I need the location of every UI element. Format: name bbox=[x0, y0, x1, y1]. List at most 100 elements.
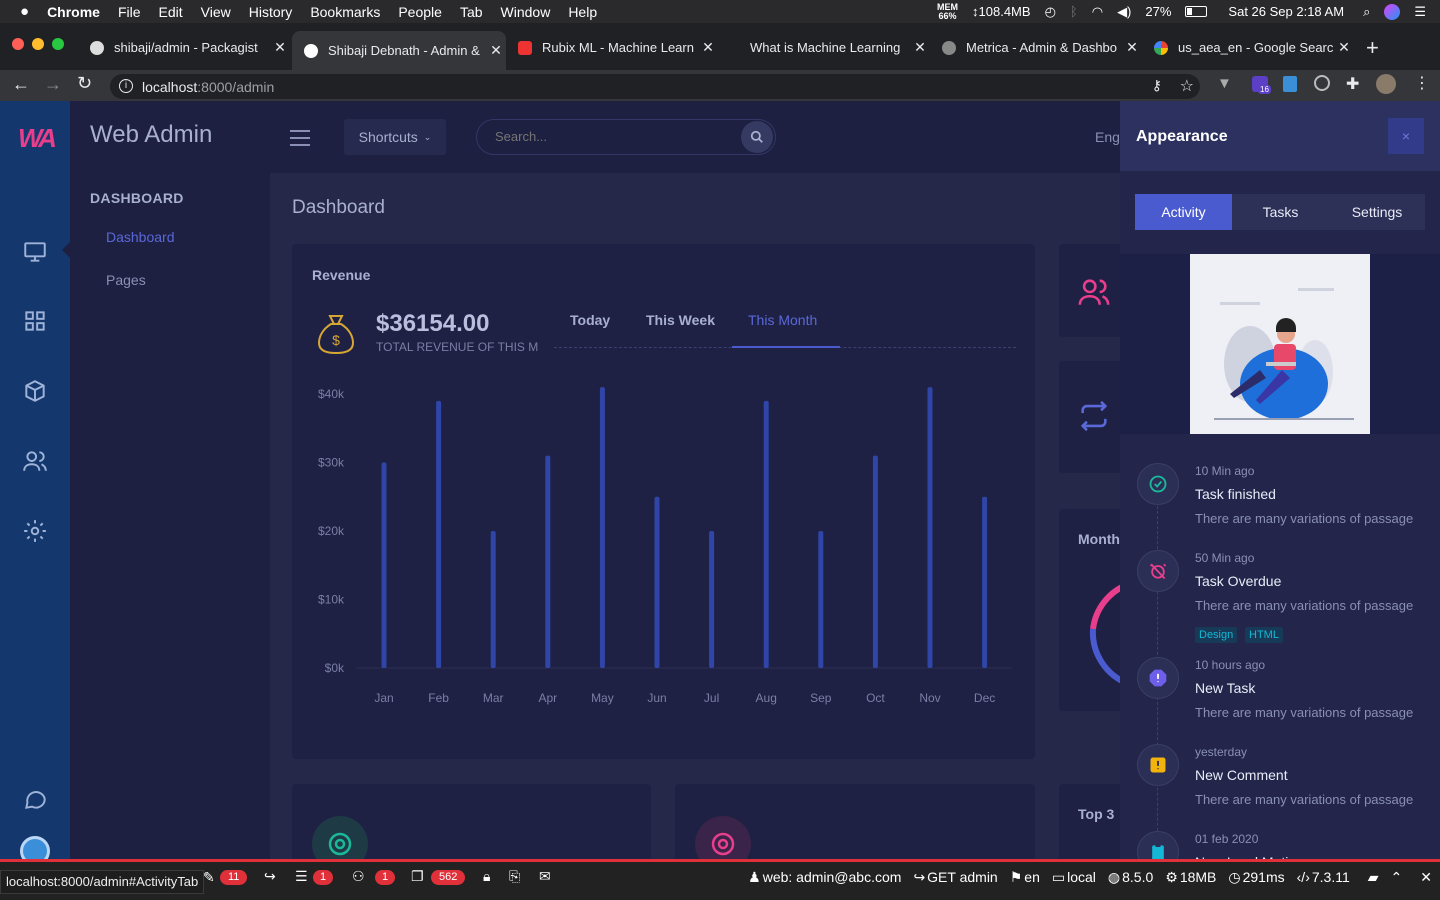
tab-google-search[interactable]: us_aea_en - Google Searc ✕ bbox=[1142, 33, 1354, 62]
vue-devtools-icon[interactable]: ▼ bbox=[1217, 75, 1232, 92]
back-arrow-icon[interactable]: ← bbox=[12, 74, 30, 95]
bar-jan[interactable] bbox=[381, 462, 387, 669]
profile-avatar[interactable] bbox=[1376, 74, 1396, 94]
reload-icon[interactable]: ↻ bbox=[77, 73, 92, 94]
folder-open-icon[interactable]: ▰ bbox=[1368, 869, 1379, 886]
address-bar[interactable]: i localhost:8000/admin ⚷ ☆ bbox=[110, 74, 1200, 99]
menu-view[interactable]: View bbox=[201, 4, 231, 20]
request-time[interactable]: 291ms bbox=[1243, 869, 1285, 886]
spotlight-icon[interactable]: ⌕ bbox=[1363, 4, 1370, 20]
share-icon[interactable]: ↪ bbox=[264, 868, 276, 885]
memory-indicator[interactable]: MEM 66% bbox=[937, 2, 958, 21]
search-button[interactable] bbox=[741, 121, 773, 153]
more-menu-icon[interactable]: ⋮ bbox=[1414, 73, 1430, 93]
minimize-window-button[interactable] bbox=[32, 38, 44, 50]
chevron-up-icon[interactable]: ⌃ bbox=[1391, 869, 1403, 886]
locale-label[interactable]: en bbox=[1024, 869, 1040, 886]
tab-metrica[interactable]: Metrica - Admin & Dashbo ✕ bbox=[930, 33, 1142, 62]
maximize-window-button[interactable] bbox=[52, 38, 64, 50]
php-version[interactable]: 7.3.11 bbox=[1312, 869, 1350, 886]
menu-history[interactable]: History bbox=[249, 4, 293, 20]
bookmark-star-icon[interactable]: ☆ bbox=[1180, 76, 1194, 96]
menu-people[interactable]: People bbox=[398, 4, 442, 20]
tab-activity[interactable]: Activity bbox=[1135, 194, 1232, 230]
tab-close-icon[interactable]: ✕ bbox=[486, 42, 506, 59]
bar-oct[interactable] bbox=[872, 455, 878, 668]
target-extension-icon[interactable] bbox=[1314, 75, 1330, 91]
mail-icon[interactable]: ✉ bbox=[539, 868, 551, 885]
tab-shibaji-debnath[interactable]: Shibaji Debnath - Admin & ✕ bbox=[292, 31, 506, 70]
tab-what-is-ml[interactable]: What is Machine Learning ✕ bbox=[720, 33, 930, 62]
menu-tab[interactable]: Tab bbox=[460, 4, 483, 20]
close-debugbar-icon[interactable]: ✕ bbox=[1420, 869, 1432, 886]
monitor-icon[interactable] bbox=[22, 239, 48, 265]
grid-icon[interactable] bbox=[22, 308, 48, 334]
bar-sep[interactable] bbox=[818, 531, 824, 668]
laravel-version[interactable]: 8.5.0 bbox=[1122, 869, 1153, 886]
tag-design[interactable]: Design bbox=[1195, 627, 1238, 643]
tab-close-icon[interactable]: ✕ bbox=[1122, 39, 1142, 56]
tab-packagist[interactable]: shibaji/admin - Packagist ✕ bbox=[78, 33, 290, 62]
search-input[interactable] bbox=[495, 129, 735, 144]
bar-feb[interactable] bbox=[436, 400, 442, 668]
search-field[interactable] bbox=[476, 119, 776, 155]
settings-gear-icon[interactable] bbox=[22, 518, 48, 544]
auth-user[interactable]: web: admin@abc.com bbox=[763, 869, 902, 886]
close-window-button[interactable] bbox=[12, 38, 24, 50]
tag-html[interactable]: HTML bbox=[1245, 627, 1283, 643]
bluetooth-icon[interactable]: ᛒ bbox=[1070, 4, 1078, 19]
users-icon[interactable] bbox=[22, 448, 48, 474]
files-icon[interactable]: ⎘ bbox=[509, 868, 520, 885]
bar-nov[interactable] bbox=[927, 387, 933, 668]
battery-icon[interactable] bbox=[1185, 6, 1208, 17]
volume-icon[interactable]: ◀) bbox=[1117, 4, 1131, 20]
menu-bookmarks[interactable]: Bookmarks bbox=[310, 4, 380, 20]
views-icon[interactable]: ❐ bbox=[411, 868, 424, 885]
sidebar-item-pages[interactable]: Pages bbox=[106, 272, 146, 288]
revenue-tab-this-week[interactable]: This Week bbox=[646, 312, 715, 328]
app-title[interactable]: Web Admin bbox=[90, 121, 212, 149]
sidebar-item-dashboard[interactable]: Dashboard bbox=[106, 229, 175, 245]
tab-close-icon[interactable]: ✕ bbox=[698, 39, 718, 56]
tab-rubix-ml[interactable]: Rubix ML - Machine Learn ✕ bbox=[506, 33, 718, 62]
menu-window[interactable]: Window bbox=[501, 4, 551, 20]
puzzle-extensions-icon[interactable]: ✚ bbox=[1346, 74, 1359, 94]
panel-close-button[interactable]: × bbox=[1388, 118, 1424, 154]
tab-close-icon[interactable]: ✕ bbox=[270, 39, 290, 56]
package-icon[interactable] bbox=[22, 378, 48, 404]
bar-jul[interactable] bbox=[709, 531, 715, 668]
bar-jun[interactable] bbox=[654, 496, 660, 668]
hamburger-menu-icon[interactable] bbox=[290, 130, 310, 146]
messages-icon[interactable]: ✎ bbox=[203, 869, 215, 886]
battery-percent[interactable]: 27% bbox=[1145, 4, 1171, 19]
tab-close-icon[interactable]: ✕ bbox=[1334, 39, 1354, 56]
menu-help[interactable]: Help bbox=[568, 4, 597, 20]
wifi-icon[interactable]: ◠ bbox=[1092, 4, 1103, 20]
new-tab-button[interactable]: + bbox=[1366, 35, 1379, 61]
menu-file[interactable]: File bbox=[118, 4, 141, 20]
chat-bubble-icon[interactable] bbox=[22, 786, 48, 812]
forward-arrow-icon[interactable]: → bbox=[44, 74, 62, 95]
key-icon[interactable]: ⚷ bbox=[1152, 77, 1162, 94]
bar-may[interactable] bbox=[599, 387, 605, 668]
tab-settings[interactable]: Settings bbox=[1329, 194, 1425, 230]
shortcuts-dropdown[interactable]: Shortcuts ⌄ bbox=[344, 119, 446, 155]
bar-apr[interactable] bbox=[545, 455, 551, 668]
network-speed[interactable]: ↕108.4MB bbox=[972, 4, 1031, 19]
revenue-tab-today[interactable]: Today bbox=[570, 312, 610, 328]
route-label[interactable]: GET admin bbox=[927, 869, 998, 886]
info-icon[interactable]: i bbox=[119, 79, 133, 93]
datetime[interactable]: Sat 26 Sep 2:18 AM bbox=[1228, 4, 1344, 19]
memory-usage[interactable]: 18MB bbox=[1180, 869, 1217, 886]
apple-menu-icon[interactable]: ● bbox=[20, 3, 29, 20]
revenue-tab-this-month[interactable]: This Month bbox=[748, 312, 817, 328]
bar-dec[interactable] bbox=[982, 496, 988, 668]
env-label[interactable]: local bbox=[1067, 869, 1096, 886]
tab-tasks[interactable]: Tasks bbox=[1232, 194, 1329, 230]
lock-icon[interactable]: 🔒︎ bbox=[483, 868, 490, 885]
menu-chrome[interactable]: Chrome bbox=[47, 4, 100, 20]
tab-close-icon[interactable]: ✕ bbox=[910, 39, 930, 56]
notification-center-icon[interactable]: ☰ bbox=[1414, 4, 1426, 20]
siri-icon[interactable] bbox=[1384, 3, 1401, 20]
brand-logo[interactable]: WA bbox=[18, 123, 57, 154]
